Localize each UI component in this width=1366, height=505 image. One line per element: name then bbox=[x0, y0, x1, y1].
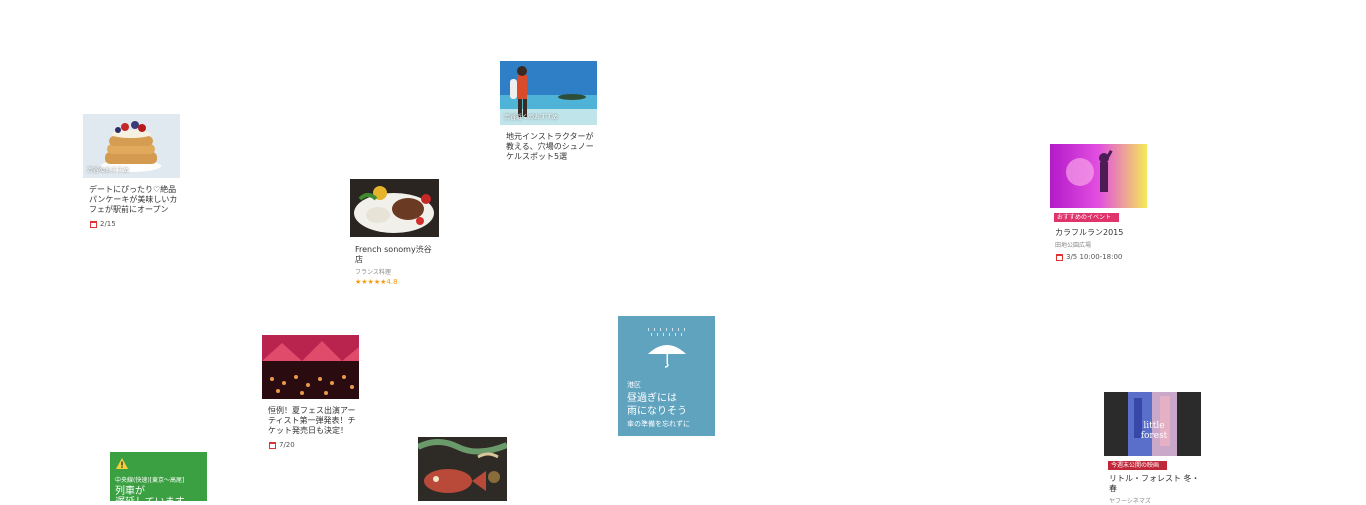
card-title: カラフルラン2015 bbox=[1055, 228, 1124, 237]
train-line: 中央線(快速)[東京～高尾] bbox=[115, 477, 185, 484]
alert-message: 列車が 遅延しています bbox=[115, 486, 185, 501]
weather-card[interactable]: 港区 昼過ぎには 雨になりそう 傘の準備を忘れずに bbox=[618, 316, 715, 436]
location-label: 渋谷のおすすめ bbox=[87, 167, 130, 174]
calendar-icon bbox=[90, 220, 97, 228]
star-icon: ★★★★★ bbox=[355, 278, 387, 286]
card-title: 恒例！夏フェス出演アーティスト第一弾発表！チケット発売日も決定！ bbox=[268, 406, 356, 435]
card-colorrun[interactable]: おすすめのイベント カラフルラン2015 田地公園広場 3/5 10:00-18… bbox=[1050, 144, 1147, 261]
card-category: フランス料理 bbox=[355, 269, 391, 276]
french-thumbnail bbox=[350, 179, 439, 237]
card-french[interactable]: French sonomy渋谷店 フランス料理 ★★★★★4.8 bbox=[350, 179, 439, 286]
card-snorkel[interactable]: 渋谷近くのおすすめ 地元インストラクターが教える、穴場のシュノーケルスポット5選 bbox=[500, 61, 597, 162]
card-date: 7/20 bbox=[279, 441, 295, 449]
card-venue: 田地公園広場 bbox=[1055, 242, 1092, 249]
weather-area: 港区 bbox=[627, 381, 641, 389]
weather-forecast: 昼過ぎには 雨になりそう bbox=[627, 393, 687, 417]
fish-art-thumbnail bbox=[418, 437, 507, 501]
svg-text:little: little bbox=[1143, 421, 1164, 431]
train-alert-card[interactable]: 中央線(快速)[東京～高尾] 列車が 遅延しています bbox=[110, 452, 207, 501]
card-title: French sonomy渋谷店 bbox=[355, 245, 432, 264]
card-festival[interactable]: 恒例！夏フェス出演アーティスト第一弾発表！チケット発売日も決定！ 7/20 bbox=[262, 335, 359, 449]
card-title: リトル・フォレスト 冬・春 bbox=[1109, 474, 1200, 493]
calendar-icon bbox=[269, 441, 276, 449]
umbrella-icon bbox=[648, 328, 686, 368]
card-fish-art[interactable] bbox=[418, 437, 507, 501]
movie-ribbon: 今週末公開の映画 bbox=[1108, 461, 1168, 470]
location-label: 渋谷近くのおすすめ bbox=[504, 114, 559, 121]
rating-value: 4.8 bbox=[386, 278, 398, 286]
event-ribbon: おすすめのイベント bbox=[1054, 213, 1120, 222]
svg-text:forest: forest bbox=[1141, 431, 1168, 441]
weather-note: 傘の準備を忘れずに bbox=[627, 420, 690, 428]
pancake-thumbnail: 渋谷のおすすめ bbox=[83, 114, 180, 178]
snorkel-thumbnail: 渋谷近くのおすすめ bbox=[500, 61, 597, 125]
card-title: 地元インストラクターが教える、穴場のシュノーケルスポット5選 bbox=[506, 132, 594, 161]
movie-thumbnail: little forest bbox=[1104, 392, 1201, 456]
card-movie[interactable]: little forest 今週末公開の映画 リトル・フォレスト 冬・春 ヤフー… bbox=[1104, 392, 1201, 505]
warning-icon bbox=[116, 458, 128, 469]
card-title: デートにぴったり♡絶品パンケーキが美味しいカフェが駅前にオープン bbox=[89, 185, 178, 214]
calendar-icon bbox=[1056, 253, 1063, 261]
card-date: 3/5 10:00-18:00 bbox=[1066, 253, 1123, 261]
colorrun-thumbnail bbox=[1050, 144, 1147, 208]
card-pancake[interactable]: 渋谷のおすすめ デートにぴったり♡絶品パンケーキが美味しいカフェが駅前にオープン… bbox=[83, 114, 180, 228]
festival-thumbnail bbox=[262, 335, 359, 399]
card-date: 2/15 bbox=[100, 220, 116, 228]
rating: ★★★★★4.8 bbox=[350, 278, 439, 286]
